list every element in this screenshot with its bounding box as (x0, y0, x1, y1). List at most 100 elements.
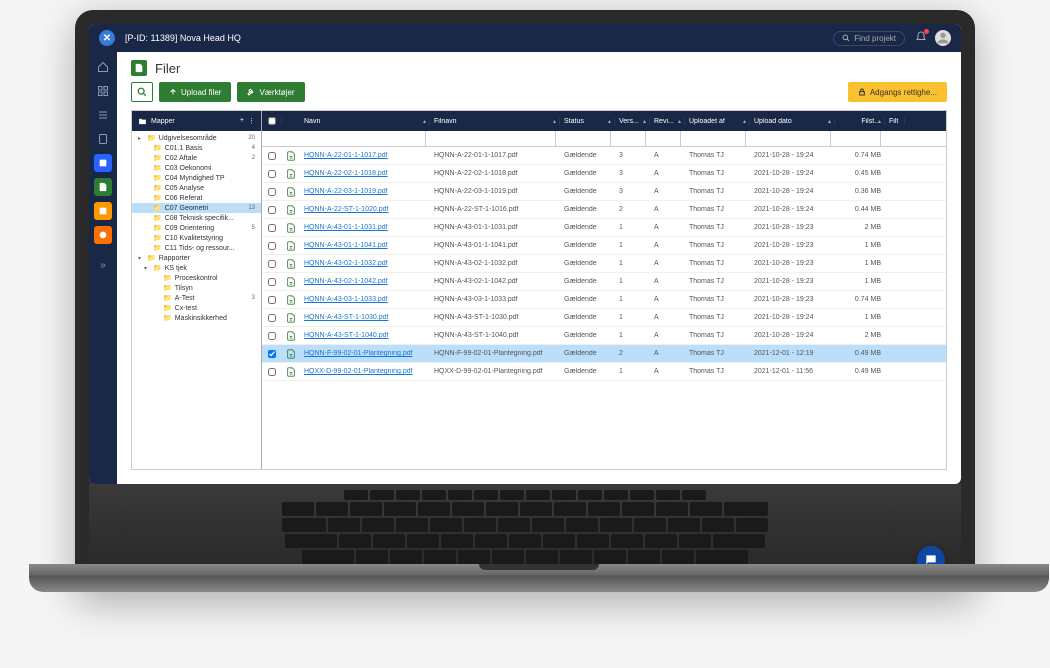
tree-item[interactable]: 📁C05 Analyse (132, 183, 261, 193)
row-checkbox[interactable] (268, 170, 276, 178)
col-vers[interactable]: Vers...▴ (615, 118, 650, 125)
row-checkbox[interactable] (268, 260, 276, 268)
table-row[interactable]: HQNN-A-43-01-1-1031.pdf HQNN-A-43-01-1-1… (262, 219, 946, 237)
file-name-link[interactable]: HQNN-A-43-02-1-1042.pdf (304, 278, 388, 285)
table-row[interactable]: HQNN-A-43-01-1-1041.pdf HQNN-A-43-01-1-1… (262, 237, 946, 255)
toolbar-search-button[interactable] (131, 82, 153, 102)
nav-home-icon[interactable] (94, 58, 112, 76)
filter-filename[interactable] (434, 131, 556, 146)
tree-item[interactable]: ▾📁KS tjek (132, 263, 261, 273)
user-avatar[interactable] (935, 30, 951, 46)
row-checkbox[interactable] (268, 188, 276, 196)
tree-item[interactable]: 📁C11 Tids- og ressour... (132, 243, 261, 253)
tree-item[interactable]: ▸📁Udgivelsesområde20 (132, 133, 261, 143)
nav-orange-icon[interactable] (94, 202, 112, 220)
table-row[interactable]: HQNN-A-22-02-1-1018.pdf HQNN-A-22-02-1-1… (262, 165, 946, 183)
table-row[interactable]: HQNN-A-43-ST-1-1040.pdf HQNN-A-43-ST-1-1… (262, 327, 946, 345)
tools-button[interactable]: Værktøjer (237, 82, 304, 102)
global-search[interactable]: Find projekt (833, 31, 905, 46)
col-date[interactable]: Upload dato▴ (750, 118, 835, 125)
file-name-link[interactable]: HQNN-A-43-ST-1-1040.pdf (304, 332, 388, 339)
tree-item[interactable]: 📁C10 Kvalitetstyring (132, 233, 261, 243)
file-name-link[interactable]: HQNN-A-43-ST-1-1030.pdf (304, 314, 388, 321)
file-name-link[interactable]: HQNN-A-22-01-1-1017.pdf (304, 152, 388, 159)
file-name-link[interactable]: HQNN-A-22-02-1-1018.pdf (304, 170, 388, 177)
col-filename[interactable]: Filnavn▴ (430, 118, 560, 125)
tree-menu-icon[interactable]: ⋮ (248, 117, 255, 125)
table-row[interactable]: HQNN-A-43-03-1-1033.pdf HQNN-A-43-03-1-1… (262, 291, 946, 309)
tree-item[interactable]: 📁C09 Orientering5 (132, 223, 261, 233)
tree-item[interactable]: 📁C03 Oekonomi (132, 163, 261, 173)
row-checkbox[interactable] (268, 296, 276, 304)
col-status[interactable]: Status▴ (560, 118, 615, 125)
nav-list-icon[interactable] (94, 106, 112, 124)
row-checkbox[interactable] (268, 368, 276, 376)
tree-item[interactable]: 📁Proceskontrol (132, 273, 261, 283)
tree-item[interactable]: 📁C01.1 Basis4 (132, 143, 261, 153)
tree-item[interactable]: 📁C04 Myndighed TP (132, 173, 261, 183)
filter-size[interactable] (839, 131, 881, 146)
nav-files-icon[interactable] (94, 178, 112, 196)
tree-item[interactable]: 📁C02 Aftale2 (132, 153, 261, 163)
row-checkbox[interactable] (268, 350, 276, 358)
tree-item[interactable]: ▾📁Rapporter (132, 253, 261, 263)
file-name-link[interactable]: HQNN-F-99-02-01-Plantegning.pdf (304, 350, 413, 357)
grid-body[interactable]: HQNN-A-22-01-1-1017.pdf HQNN-A-22-01-1-1… (262, 147, 946, 469)
col-filt[interactable]: Filt (885, 118, 905, 125)
col-uploaded[interactable]: Uploadet af▴ (685, 118, 750, 125)
notifications-icon[interactable] (915, 31, 927, 45)
tree-body[interactable]: ▸📁Udgivelsesområde20📁C01.1 Basis4📁C02 Af… (132, 131, 261, 469)
tree-item[interactable]: 📁C07 Geometri13 (132, 203, 261, 213)
file-name-link[interactable]: HQNN-A-43-02-1-1032.pdf (304, 260, 388, 267)
col-size[interactable]: Filst...▴ (835, 118, 885, 125)
row-checkbox[interactable] (268, 332, 276, 340)
cell-filename: HQNN-A-22-02-1-1018.pdf (430, 170, 560, 177)
nav-orange2-icon[interactable] (94, 226, 112, 244)
file-icon (282, 313, 300, 323)
file-name-link[interactable]: HQXX-D-99-02-01-Plantegning.pdf (304, 368, 413, 375)
tree-item[interactable]: 📁Cx-test (132, 303, 261, 313)
cell-file-size: 0.49 MB (835, 350, 885, 357)
filter-status[interactable] (564, 131, 611, 146)
row-checkbox[interactable] (268, 278, 276, 286)
row-checkbox[interactable] (268, 152, 276, 160)
file-name-link[interactable]: HQNN-A-22-03-1-1019.pdf (304, 188, 388, 195)
row-checkbox[interactable] (268, 224, 276, 232)
nav-expand-icon[interactable]: » (94, 256, 112, 274)
table-row[interactable]: HQNN-A-22-ST-1-1020.pdf HQNN-A-22-ST-1-1… (262, 201, 946, 219)
filter-revision[interactable] (654, 131, 681, 146)
col-name[interactable]: Navn▴ (300, 118, 430, 125)
file-name-link[interactable]: HQNN-A-43-01-1-1031.pdf (304, 224, 388, 231)
file-name-link[interactable]: HQNN-A-22-ST-1-1020.pdf (304, 206, 388, 213)
nav-grid-icon[interactable] (94, 82, 112, 100)
nav-blue-icon[interactable] (94, 154, 112, 172)
filter-version[interactable] (619, 131, 646, 146)
row-checkbox[interactable] (268, 314, 276, 322)
app-logo[interactable]: ✕ (99, 30, 115, 46)
row-checkbox[interactable] (268, 242, 276, 250)
col-check[interactable] (262, 117, 282, 125)
upload-files-button[interactable]: Upload filer (159, 82, 231, 102)
tree-add-icon[interactable]: + (240, 117, 244, 125)
row-checkbox[interactable] (268, 206, 276, 214)
table-row[interactable]: HQXX-D-99-02-01-Plantegning.pdf HQXX-D-9… (262, 363, 946, 381)
filter-date[interactable] (754, 131, 831, 146)
tree-item[interactable]: 📁C08 Teknisk specifik... (132, 213, 261, 223)
file-name-link[interactable]: HQNN-A-43-03-1-1033.pdf (304, 296, 388, 303)
table-row[interactable]: HQNN-A-43-02-1-1042.pdf HQNN-A-43-02-1-1… (262, 273, 946, 291)
tree-item[interactable]: 📁Maskinsikkerhed (132, 313, 261, 323)
table-row[interactable]: HQNN-A-22-03-1-1019.pdf HQNN-A-22-03-1-1… (262, 183, 946, 201)
nav-clipboard-icon[interactable] (94, 130, 112, 148)
col-revi[interactable]: Revi...▴ (650, 118, 685, 125)
filter-name[interactable] (304, 131, 426, 146)
tree-item[interactable]: 📁Tilsyn (132, 283, 261, 293)
access-rights-button[interactable]: Adgangs rettighe... (848, 82, 947, 102)
filter-uploaded[interactable] (689, 131, 746, 146)
file-name-link[interactable]: HQNN-A-43-01-1-1041.pdf (304, 242, 388, 249)
table-row[interactable]: HQNN-A-43-02-1-1032.pdf HQNN-A-43-02-1-1… (262, 255, 946, 273)
table-row[interactable]: HQNN-A-22-01-1-1017.pdf HQNN-A-22-01-1-1… (262, 147, 946, 165)
table-row[interactable]: HQNN-F-99-02-01-Plantegning.pdf HQNN-F-9… (262, 345, 946, 363)
tree-item[interactable]: 📁C06 Referat (132, 193, 261, 203)
tree-item[interactable]: 📁A-Test3 (132, 293, 261, 303)
table-row[interactable]: HQNN-A-43-ST-1-1030.pdf HQNN-A-43-ST-1-1… (262, 309, 946, 327)
